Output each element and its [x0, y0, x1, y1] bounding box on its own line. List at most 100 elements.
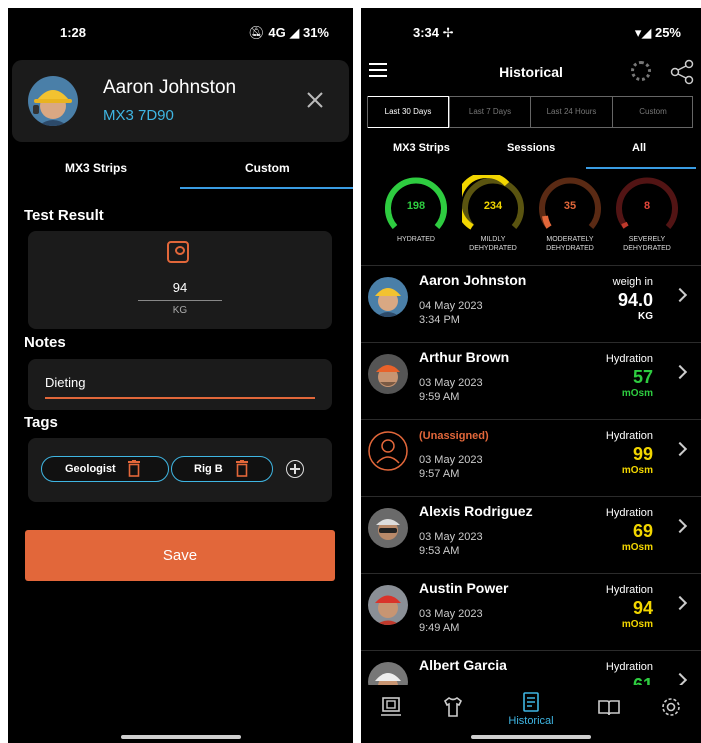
status-time: 3:34 ✢	[413, 25, 454, 40]
tags-panel: Geologist Rig B	[28, 438, 332, 502]
trash-icon[interactable]	[128, 460, 140, 477]
device-icon[interactable]	[379, 695, 403, 719]
chevron-right-icon	[672, 364, 688, 380]
gesture-bar	[120, 735, 241, 739]
history-tabs: MX3 Strips Sessions All	[361, 142, 701, 172]
loading-icon	[631, 61, 651, 81]
active-tab-indicator	[586, 167, 696, 169]
tag-chip[interactable]: Geologist	[41, 456, 169, 482]
history-row[interactable]: (Unassigned) 03 May 2023 9:57 AM Hydratio…	[361, 419, 701, 496]
range-last-30-days[interactable]: Last 30 Days	[368, 96, 449, 128]
history-row[interactable]: Alexis Rodriguez 03 May 2023 9:53 AM Hydr…	[361, 496, 701, 573]
row-datetime: 04 May 2023 3:34 PM	[419, 300, 483, 326]
row-name: Aaron Johnston	[419, 272, 527, 288]
range-last-7-days[interactable]: Last 7 Days	[449, 97, 530, 127]
row-value: 94.0	[617, 290, 653, 310]
row-value: 69	[632, 521, 653, 541]
history-row[interactable]: Arthur Brown 03 May 2023 9:59 AM Hydratio…	[361, 342, 701, 419]
close-icon[interactable]	[305, 90, 325, 110]
gauge-severely-dehydrated[interactable]: 8 SEVERELY DEHYDRATED	[612, 175, 682, 255]
avatar	[368, 585, 408, 625]
row-datetime: 03 May 2023 9:49 AM	[419, 608, 483, 634]
row-name: Austin Power	[419, 580, 509, 596]
save-button[interactable]: Save	[25, 530, 335, 581]
add-tag-icon[interactable]	[286, 460, 304, 478]
tab-custom[interactable]: Custom	[245, 161, 290, 175]
row-datetime: 03 May 2023 9:57 AM	[419, 454, 483, 480]
gesture-bar	[471, 735, 591, 739]
tab-all[interactable]: All	[632, 142, 646, 154]
row-datetime: 03 May 2023 9:53 AM	[419, 531, 483, 557]
tags-title: Tags	[24, 414, 58, 431]
gauge-label: MILDLY DEHYDRATED	[469, 236, 517, 252]
tab-mx3-strips[interactable]: MX3 Strips	[65, 161, 127, 175]
test-result-panel: 94 KG	[28, 231, 332, 329]
tag-chip[interactable]: Rig B	[171, 456, 273, 482]
result-unit: KG	[172, 305, 188, 316]
gauge-label: HYDRATED	[397, 236, 435, 243]
gauge-count: 35	[563, 200, 577, 212]
gauge-mildly-dehydrated[interactable]: 234 MILDLY DEHYDRATED	[458, 175, 528, 255]
right-phone-screen: 3:34 ✢ ▾◢ 25% Historical Last 30 Days La…	[361, 8, 701, 743]
trash-icon[interactable]	[236, 460, 248, 477]
gear-icon[interactable]	[659, 695, 683, 719]
chevron-right-icon	[672, 518, 688, 534]
device-id[interactable]: MX3 7D90	[103, 107, 174, 124]
tag-label: Geologist	[65, 463, 116, 475]
notes-field[interactable]: Dieting	[28, 359, 332, 410]
share-icon[interactable]	[669, 59, 695, 85]
status-bar: 3:34 ✢ ▾◢ 25%	[361, 8, 701, 54]
shirt-icon[interactable]	[441, 695, 465, 719]
row-unit: mOsm	[621, 619, 653, 630]
gauge-label: MODERATELY DEHYDRATED	[546, 236, 594, 252]
notes-underline	[45, 397, 315, 399]
status-bar: 1:28 🔕︎ 4G ◢ 31%	[8, 8, 353, 54]
row-name: (Unassigned)	[419, 430, 489, 442]
row-value: 57	[632, 367, 653, 387]
avatar	[368, 277, 408, 317]
nav-label-historical[interactable]: Historical	[496, 715, 566, 727]
history-row[interactable]: Aaron Johnston 04 May 2023 3:34 PM weigh …	[361, 265, 701, 342]
notes-title: Notes	[24, 334, 66, 351]
mute-icon: 🔕︎	[248, 25, 269, 40]
row-unit: mOsm	[621, 388, 653, 399]
entry-tabs: MX3 Strips Custom	[8, 161, 353, 189]
row-unit: KG	[638, 311, 653, 322]
tab-sessions[interactable]: Sessions	[507, 142, 555, 154]
range-last-24-hours[interactable]: Last 24 Hours	[530, 97, 612, 127]
history-row[interactable]: Austin Power 03 May 2023 9:49 AM Hydratio…	[361, 573, 701, 650]
row-value: 99	[632, 444, 653, 464]
result-value[interactable]: 94	[28, 280, 332, 295]
gauge-hydrated[interactable]: 198 HYDRATED	[381, 175, 451, 255]
gauge-label: SEVERELY DEHYDRATED	[623, 236, 671, 252]
avatar	[368, 508, 408, 548]
notes-value[interactable]: Dieting	[45, 375, 85, 390]
chevron-right-icon	[672, 441, 688, 457]
user-card: Aaron Johnston MX3 7D90	[12, 60, 349, 142]
row-metric: Hydration	[605, 584, 653, 596]
result-input-line	[138, 300, 222, 301]
row-unit: mOsm	[621, 542, 653, 553]
user-avatar	[28, 76, 78, 126]
wifi-icon: ▾◢	[634, 25, 655, 40]
row-datetime: 03 May 2023 9:59 AM	[419, 377, 483, 403]
row-name: Alexis Rodriguez	[419, 503, 533, 519]
range-custom[interactable]: Custom	[612, 97, 693, 127]
book-icon[interactable]	[597, 695, 621, 719]
row-metric: Hydration	[605, 430, 653, 442]
row-unit: mOsm	[621, 465, 653, 476]
person-placeholder-icon	[368, 431, 408, 471]
status-indicators: ▾◢ 25%	[634, 25, 681, 40]
user-name: Aaron Johnston	[103, 77, 237, 98]
left-phone-screen: 1:28 🔕︎ 4G ◢ 31% Aaron Johnston MX3 7D90…	[8, 8, 353, 743]
gauge-moderately-dehydrated[interactable]: 35 MODERATELY DEHYDRATED	[535, 175, 605, 255]
clipboard-icon[interactable]	[519, 690, 543, 714]
test-result-title: Test Result	[24, 207, 104, 224]
gauge-count: 8	[643, 200, 651, 212]
chevron-right-icon	[672, 595, 688, 611]
chevron-right-icon	[672, 287, 688, 303]
row-value: 94	[632, 598, 653, 618]
row-metric: Hydration	[605, 661, 653, 673]
tab-mx3-strips[interactable]: MX3 Strips	[393, 142, 450, 154]
gauge-count: 198	[406, 200, 426, 212]
